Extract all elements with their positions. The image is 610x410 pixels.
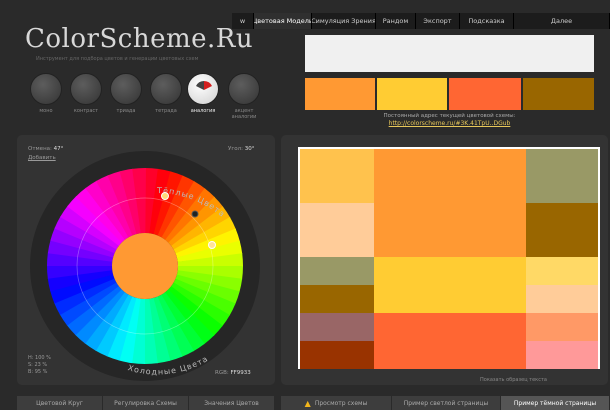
swatch-tertiary[interactable]: [449, 78, 521, 110]
tab-random[interactable]: Рандом: [376, 13, 416, 29]
show-sample-text-link[interactable]: Показать образец текста: [480, 377, 547, 383]
preview-block[interactable]: [526, 203, 598, 257]
warning-icon: ▲: [304, 398, 311, 408]
tab-light-page-example[interactable]: Пример светлой страницы: [392, 396, 500, 410]
preview-block[interactable]: [300, 257, 374, 285]
mode-label: триада: [116, 108, 136, 114]
color-picker-handle[interactable]: [191, 210, 199, 218]
scheme-preview-frame: [298, 147, 600, 369]
tab-hint[interactable]: Подсказка: [460, 13, 514, 29]
preview-block[interactable]: [300, 149, 374, 203]
tab-color-model[interactable]: Цветовая Модель: [254, 13, 312, 29]
rgb-value: FF9933: [230, 370, 251, 376]
mode-tetrad-icon: [150, 73, 182, 105]
preview-block[interactable]: [374, 257, 526, 313]
mode-label: тетрада: [155, 108, 177, 114]
hue-value: H: 100 %: [28, 355, 51, 361]
preview-block[interactable]: [374, 149, 526, 257]
permalink-url[interactable]: http://colorscheme.ru/#3K.41TpU..DGub: [305, 120, 594, 127]
mode-accent-analogy[interactable]: акцент аналогии: [226, 73, 262, 120]
preview-block[interactable]: [526, 149, 598, 203]
base-color-disc[interactable]: [112, 233, 178, 299]
mode-label: контраст: [73, 108, 99, 114]
mode-analogy-icon: [187, 73, 219, 105]
mode-mono-icon: [30, 73, 62, 105]
site-logo[interactable]: ColorScheme.Ru: [25, 24, 253, 54]
swatch-quaternary[interactable]: [523, 78, 594, 110]
preview-block[interactable]: [300, 203, 374, 257]
tab-scheme-view[interactable]: ▲ Просмотр схемы: [281, 396, 391, 410]
mode-triad-icon: [110, 73, 142, 105]
mode-label: моно: [39, 108, 53, 114]
tab-scheme-adjust[interactable]: Регулировка Схемы: [103, 396, 188, 410]
preview-block[interactable]: [300, 341, 374, 369]
color-wheel[interactable]: Тёплые Цвета Холодные Цвета: [17, 141, 275, 391]
color-picker-handle[interactable]: [161, 192, 169, 200]
mode-contrast-icon: [70, 73, 102, 105]
mode-tetrad[interactable]: тетрада: [148, 73, 184, 114]
right-panel-tabs: ▲ Просмотр схемы Пример светлой страницы…: [281, 396, 610, 410]
mode-label: аналогия: [190, 108, 216, 114]
mode-mono[interactable]: моно: [28, 73, 64, 114]
permalink-caption: Постоянный адрес текущей цветовой схемы:: [383, 113, 516, 119]
tab-next[interactable]: Далее: [514, 13, 610, 29]
rgb-readout: RGB: FF9933: [215, 370, 251, 376]
preview-block[interactable]: [300, 313, 374, 341]
site-tagline: Инструмент для подбора цветов и генераци…: [36, 56, 199, 62]
preview-block[interactable]: [526, 341, 598, 369]
mode-contrast[interactable]: контраст: [68, 73, 104, 114]
hsb-readout: H: 100 % S: 23 % B: 95 %: [28, 355, 51, 376]
preview-block[interactable]: [526, 313, 598, 341]
mode-analogy[interactable]: аналогия: [185, 73, 221, 114]
tab-export[interactable]: Экспорт: [416, 13, 460, 29]
preview-block[interactable]: [526, 285, 598, 313]
color-picker-handle[interactable]: [208, 241, 216, 249]
preview-block[interactable]: [374, 313, 526, 369]
rgb-label: RGB:: [215, 370, 229, 376]
swatch-secondary[interactable]: [377, 78, 447, 110]
preview-block[interactable]: [526, 257, 598, 285]
left-panel-tabs: Цветовой Круг Регулировка Схемы Значения…: [17, 396, 275, 410]
saturation-value: S: 23 %: [28, 362, 48, 368]
analogy-wedge-icon: [196, 81, 212, 90]
brightness-value: B: 95 %: [28, 369, 48, 375]
swatch-primary[interactable]: [305, 78, 375, 110]
tab-color-wheel[interactable]: Цветовой Круг: [17, 396, 102, 410]
mode-label: акцент аналогии: [231, 108, 257, 120]
preview-block[interactable]: [300, 285, 374, 313]
tab-dark-page-example[interactable]: Пример тёмной страницы: [501, 396, 609, 410]
mode-triad[interactable]: триада: [108, 73, 144, 114]
tab-scheme-view-label: Просмотр схемы: [314, 399, 368, 407]
top-navigation: w Цветовая Модель Симуляция Зрения Рандо…: [232, 13, 610, 29]
mode-accent-analogy-icon: [228, 73, 260, 105]
scheme-preview-bar: [305, 35, 594, 72]
tab-color-values[interactable]: Значения Цветов: [189, 396, 274, 410]
tab-vision-simulation[interactable]: Симуляция Зрения: [312, 13, 376, 29]
